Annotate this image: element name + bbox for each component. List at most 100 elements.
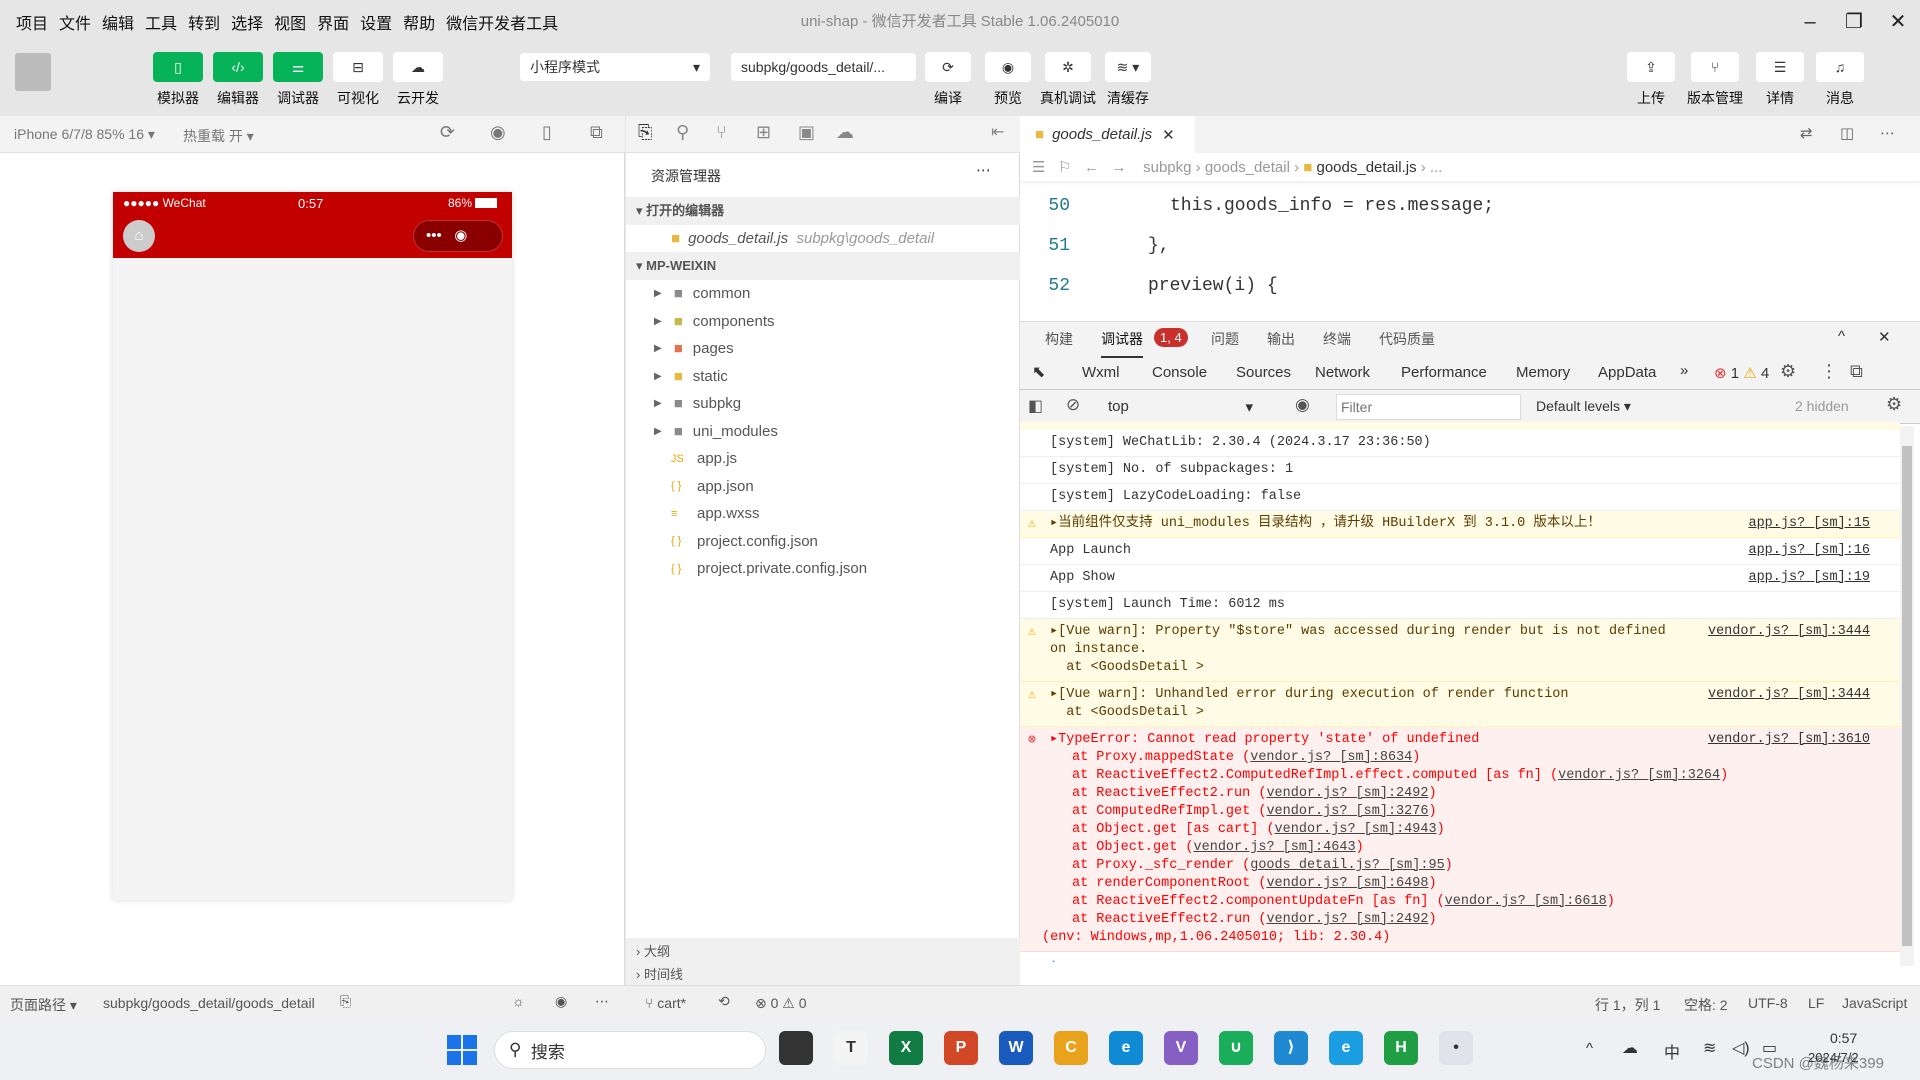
folder-item[interactable]: ▶ ■ subpkg [626,390,1020,417]
menu-item[interactable]: 微信开发者工具 [446,10,558,34]
minimize-button[interactable]: – [1790,6,1830,38]
source-link[interactable]: app.js? [sm]:15 [1748,515,1870,533]
source-link[interactable]: vendor.js? [sm]:3610 [1708,731,1870,749]
inspect-icon[interactable]: ⬉ [1032,362,1045,382]
phone-icon[interactable]: ▯ [153,52,203,82]
more-tabs-icon[interactable]: » [1680,362,1688,379]
devtools-tab[interactable]: Sources [1236,356,1291,390]
file-item[interactable]: { } app.json [626,473,1020,500]
folder-item[interactable]: ▶ ■ uni_modules [626,418,1020,445]
source-link[interactable]: vendor.js? [sm]:4943 [1275,822,1437,837]
source-link[interactable]: vendor.js? [sm]:6618 [1445,894,1607,909]
edge-dev-icon[interactable]: e [1329,1031,1363,1065]
panel-tab[interactable]: 问题 [1211,322,1239,356]
console-row[interactable]: ⚠ ▸当前组件仅支持 uni_modules 目录结构 ，请升级 HBuilder… [1020,511,1900,538]
maximize-button[interactable]: ❐ [1834,6,1874,38]
tab-goods-detail[interactable]: ■ goods_detail.js ✕ [1020,116,1195,153]
panel-tab[interactable]: 调试器 [1101,322,1143,358]
folder-item[interactable]: ▶ ■ static [626,363,1020,390]
search-icon[interactable]: ⚲ [676,122,689,143]
panel-tab[interactable]: 代码质量 [1379,322,1435,356]
panel-tab[interactable]: 输出 [1267,322,1295,356]
console-row[interactable]: [system] Launch Time: 6012 ms [1020,592,1900,619]
devtools-tab[interactable]: AppData [1598,356,1656,390]
console-row[interactable]: ⚠ ▸[Vue warn]: Unhandled error during exe… [1020,682,1900,727]
taskbar-search[interactable]: ⚲ 搜索 [494,1031,766,1069]
toolbar-label[interactable]: 消息 [1810,88,1870,108]
file-item[interactable]: { } project.private.config.json [626,555,1020,582]
console-row[interactable]: App Show app.js? [sm]:19 [1020,565,1900,592]
source-link[interactable]: vendor.js? [sm]:2492 [1266,912,1428,927]
bug-icon[interactable]: ✲ [1045,52,1091,82]
extensions-icon[interactable]: ⊞ [756,122,771,143]
menu-item[interactable]: 选择 [231,10,263,34]
source-link[interactable]: app.js? [sm]:19 [1748,569,1870,587]
compile-page-select[interactable]: subpkg/goods_detail/... [731,53,916,81]
source-link[interactable]: vendor.js? [sm]:3444 [1708,686,1870,704]
edge-icon[interactable]: e [1109,1031,1143,1065]
menu-item[interactable]: 编辑 [102,10,134,34]
typora-icon[interactable]: T [834,1031,868,1065]
source-link[interactable]: vendor.js? [sm]:2492 [1266,786,1428,801]
open-editor-item[interactable]: ■ goods_detail.js subpkg\goods_detail [626,225,1020,252]
console-row[interactable]: [system] WeChatLib: 2.30.4 (2024.3.17 23… [1020,430,1900,457]
console-scrollbar[interactable] [1900,426,1914,966]
console-prompt[interactable]: › [1020,952,1900,962]
devtools-tab[interactable]: Network [1315,356,1370,390]
console-row[interactable]: ⊗ ▸TypeError: Cannot read property 'state… [1020,727,1900,952]
encoding[interactable]: UTF-8 [1748,995,1788,1011]
clock-time[interactable]: 0:57 [1830,1030,1857,1046]
source-link[interactable]: vendor.js? [sm]:3444 [1708,623,1870,641]
console-row[interactable]: App Launch app.js? [sm]:16 [1020,538,1900,565]
source-link[interactable]: vendor.js? [sm]:6498 [1266,876,1428,891]
word-icon[interactable]: W [999,1031,1033,1065]
tray-expand-icon[interactable]: ^ [1586,1040,1593,1057]
cursor-position[interactable]: 行 1，列 1 [1595,995,1660,1015]
files-icon[interactable]: ⎘ [638,122,652,143]
wechat-dev-active-icon[interactable]: • [1439,1031,1473,1065]
file-item[interactable]: JS app.js [626,445,1020,472]
toolbar-label[interactable]: 预览 [978,88,1038,108]
cloud-icon[interactable]: ☁ [393,52,443,82]
sidebar-toggle-icon[interactable]: ◧ [1028,396,1043,416]
page-path-select[interactable]: 页面路径 ▾ [10,995,77,1015]
toolbar-label[interactable]: 编译 [918,88,978,108]
compare-icon[interactable]: ⇄ [1800,124,1813,142]
toolbar-label[interactable]: 版本管理 [1685,88,1745,108]
hot-reload-select[interactable]: 热重载 开 ▾ [183,126,254,146]
console-settings-icon[interactable]: ⚙ [1886,394,1902,415]
source-link[interactable]: vendor.js? [sm]:8634 [1250,750,1412,765]
wechat-devtools-icon[interactable]: ∪ [1219,1031,1253,1065]
refresh-icon[interactable]: ⟳ [440,122,455,143]
menu-icon[interactable]: ☰ [1756,52,1804,82]
visual-studio-icon[interactable]: V [1164,1031,1198,1065]
devtools-tab[interactable]: Memory [1516,356,1570,390]
toolbar-label[interactable]: 可视化 [328,88,388,108]
devtools-tab[interactable]: Console [1144,356,1216,392]
chrome-icon[interactable]: C [1054,1031,1088,1065]
code-line[interactable]: preview(i) { [1148,276,1278,296]
devtools-tab[interactable]: Wxml [1082,356,1120,390]
log-levels-select[interactable]: Default levels ▾ [1536,398,1631,415]
more-icon[interactable]: ⋯ [595,993,609,1010]
eol[interactable]: LF [1808,995,1824,1011]
toolbar-label[interactable]: 模拟器 [148,88,208,108]
vscode-icon[interactable]: ⟩ [1274,1031,1308,1065]
undock-icon[interactable]: ⧉ [1850,361,1863,382]
close-panel-icon[interactable]: ✕ [1878,328,1891,346]
window-icon[interactable]: ⧉ [590,122,603,143]
capsule-menu-button[interactable]: ••• ◉ [413,220,503,252]
file-icon[interactable] [779,1031,813,1065]
panel-tab[interactable]: 终端 [1323,322,1351,356]
eye-icon[interactable]: ◉ [1295,395,1310,415]
bell-icon[interactable]: ♫ [1816,52,1864,82]
console-row[interactable]: [system] LazyCodeLoading: false [1020,484,1900,511]
git-icon[interactable]: ⑂ [716,122,727,143]
upload-icon[interactable]: ⇪ [1627,52,1675,82]
code-line[interactable]: }, [1148,236,1170,256]
phone-screen[interactable]: ●●●●● WeChat 0:57 86% ⌂ ••• ◉ [113,192,512,900]
problems-count[interactable]: ⊗ 0 ⚠ 0 [755,995,807,1012]
collapse-panel-icon[interactable]: ⇤ [991,122,1004,142]
indent[interactable]: 空格: 2 [1684,995,1728,1015]
maximize-panel-icon[interactable]: ^ [1838,328,1845,345]
